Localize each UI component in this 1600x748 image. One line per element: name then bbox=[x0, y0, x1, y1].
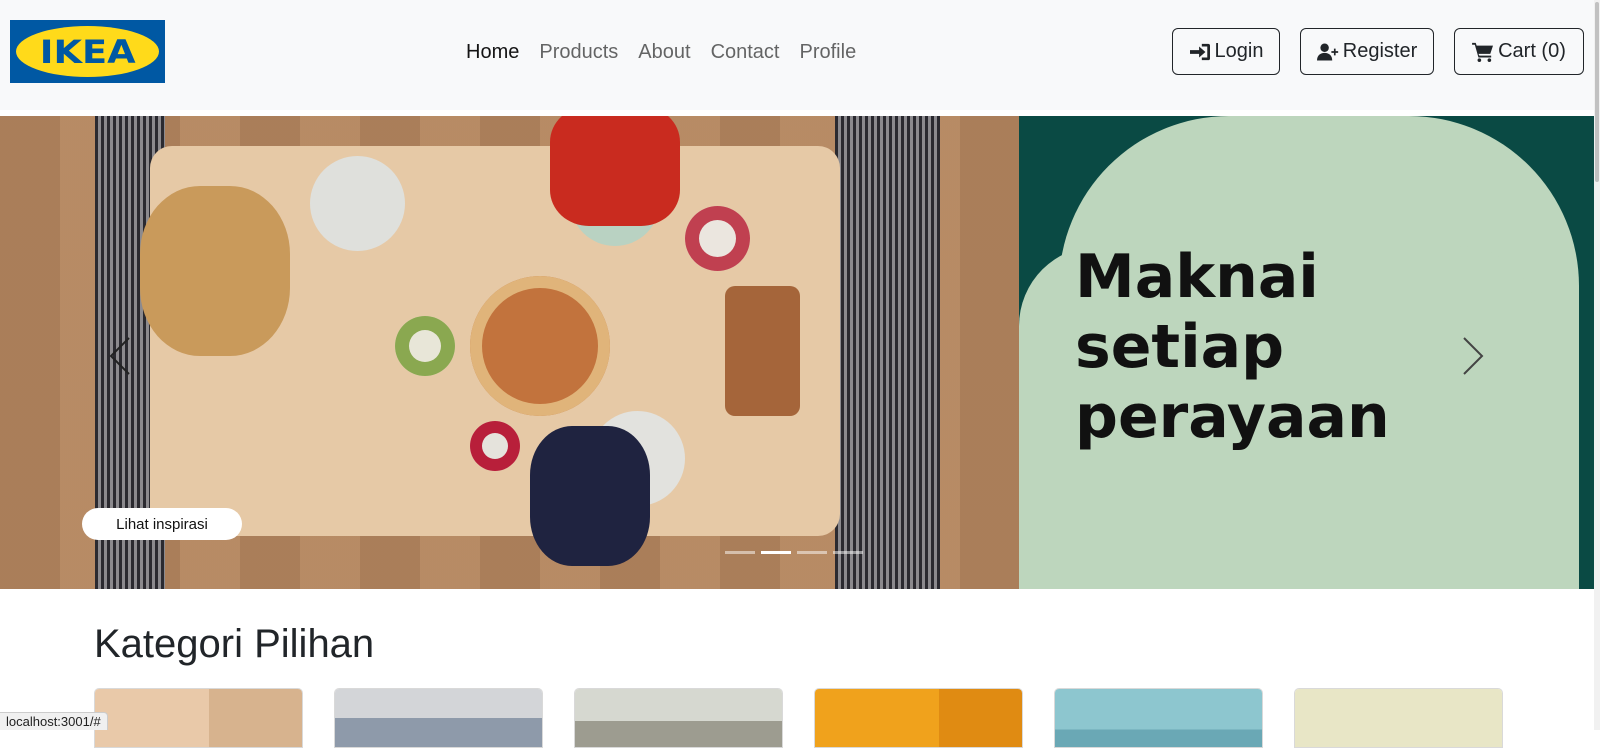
carousel-next-button[interactable] bbox=[1453, 331, 1493, 381]
login-label: Login bbox=[1214, 40, 1264, 62]
carousel-indicator[interactable] bbox=[797, 551, 827, 554]
ikea-logo[interactable]: IKEA ® bbox=[10, 20, 165, 83]
category-card[interactable] bbox=[94, 688, 303, 748]
categories-title: Kategori Pilihan bbox=[94, 622, 375, 666]
hero-carousel: Maknai setiap perayaan Lihat inspirasi bbox=[0, 116, 1594, 589]
rug-fringe-right bbox=[835, 116, 940, 589]
user-plus-icon bbox=[1316, 43, 1338, 60]
logo-wordmark: IKEA bbox=[39, 32, 136, 71]
sofa-image bbox=[575, 689, 782, 747]
see-inspiration-button[interactable]: Lihat inspirasi bbox=[82, 508, 242, 540]
cart-icon bbox=[1472, 42, 1494, 62]
navy-sleeve bbox=[530, 426, 650, 566]
kids-image bbox=[1055, 689, 1262, 747]
carousel-indicators bbox=[725, 551, 863, 554]
category-card[interactable] bbox=[1294, 688, 1503, 748]
nav-contact-link[interactable]: Contact bbox=[711, 40, 780, 64]
page-scrollbar[interactable] bbox=[1594, 0, 1600, 730]
carousel-prev-button[interactable] bbox=[100, 331, 140, 381]
navbar: IKEA ® Home Products About Contact Profi… bbox=[0, 0, 1594, 110]
register-button[interactable]: Register bbox=[1300, 28, 1434, 75]
plate bbox=[310, 156, 405, 251]
bowl bbox=[685, 206, 750, 271]
register-label: Register bbox=[1342, 40, 1418, 62]
chevron-left-icon bbox=[109, 337, 130, 375]
promo-headline: Maknai setiap perayaan bbox=[1075, 242, 1390, 452]
status-bar-url: localhost:3001/# bbox=[0, 712, 108, 730]
nav-products-link[interactable]: Products bbox=[539, 40, 618, 64]
promo-panel: Maknai setiap perayaan bbox=[1019, 116, 1594, 589]
main-nav: Home Products About Contact Profile bbox=[466, 40, 856, 64]
bowl bbox=[470, 421, 520, 471]
dining-table bbox=[140, 116, 840, 566]
lighting-image bbox=[1295, 689, 1502, 747]
nav-profile-link[interactable]: Profile bbox=[800, 40, 857, 64]
bread-basket bbox=[140, 186, 290, 356]
category-card[interactable] bbox=[1054, 688, 1263, 748]
category-card[interactable] bbox=[334, 688, 543, 748]
cutting-board bbox=[725, 286, 800, 416]
carousel-indicator[interactable] bbox=[833, 551, 863, 554]
storage-image bbox=[815, 689, 1022, 747]
red-sleeve bbox=[550, 116, 680, 226]
sign-in-icon bbox=[1189, 43, 1210, 60]
nav-about-link[interactable]: About bbox=[638, 40, 690, 64]
cart-label: Cart (0) bbox=[1498, 40, 1566, 62]
login-button[interactable]: Login bbox=[1172, 28, 1280, 75]
scrollbar-thumb[interactable] bbox=[1595, 2, 1599, 182]
chevron-right-icon bbox=[1463, 337, 1484, 375]
cart-button[interactable]: Cart (0) bbox=[1454, 28, 1584, 75]
category-card[interactable] bbox=[574, 688, 783, 748]
category-card[interactable] bbox=[814, 688, 1023, 748]
bowl bbox=[395, 316, 455, 376]
registered-mark: ® bbox=[150, 36, 156, 43]
carousel-indicator-active[interactable] bbox=[761, 551, 791, 554]
logo-oval: IKEA bbox=[16, 26, 159, 77]
pie bbox=[470, 276, 610, 416]
nav-home-link[interactable]: Home bbox=[466, 40, 519, 64]
carousel-indicator[interactable] bbox=[725, 551, 755, 554]
category-cards bbox=[94, 688, 1503, 748]
bed-image bbox=[335, 689, 542, 747]
desk-image bbox=[95, 689, 302, 747]
